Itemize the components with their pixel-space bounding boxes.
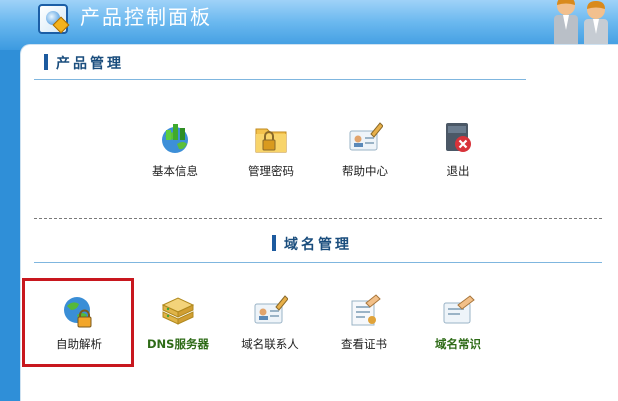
menu-item-domain-knowledge[interactable]: 域名常识 (413, 293, 503, 351)
header-banner: 产品控制面板 (0, 0, 618, 50)
knowledge-card-icon (443, 295, 475, 324)
menu-item-label: 帮助中心 (342, 164, 388, 178)
menu-item-domain-contact[interactable]: 域名联系人 (225, 293, 315, 351)
menu-item-label: 查看证书 (341, 337, 387, 351)
server-stack-icon (161, 297, 195, 325)
exit-icon (446, 123, 471, 152)
menu-item-label: 域名常识 (435, 337, 481, 351)
section-title-product: 产品管理 (44, 53, 124, 75)
folder-lock-icon (255, 128, 287, 153)
section-rule (34, 262, 602, 263)
page-title: 产品控制面板 (80, 5, 212, 29)
menu-item-label: 退出 (446, 164, 470, 178)
section-rule (34, 79, 526, 80)
menu-item-label: 基本信息 (152, 164, 198, 178)
menu-item-exit[interactable]: 退出 (413, 120, 503, 178)
section-bar-icon (272, 235, 276, 251)
section-bar-icon (44, 54, 48, 70)
contact-card-pen-icon (254, 295, 288, 324)
section-title-text: 域名管理 (284, 237, 352, 253)
menu-item-help-center[interactable]: 帮助中心 (320, 120, 410, 178)
menu-item-label: DNS服务器 (147, 337, 209, 351)
menu-item-view-certificate[interactable]: 查看证书 (319, 293, 409, 351)
menu-item-manage-password[interactable]: 管理密码 (226, 120, 316, 178)
menu-item-dns-server[interactable]: DNS服务器 (133, 293, 223, 351)
section-title-domain: 域名管理 (272, 234, 352, 256)
control-panel-logo-icon (38, 4, 68, 34)
section-divider (34, 218, 602, 219)
menu-item-label: 管理密码 (248, 164, 294, 178)
section-title-text: 产品管理 (56, 56, 124, 72)
menu-item-label: 域名联系人 (241, 337, 299, 351)
selection-highlight (22, 278, 134, 367)
certificate-icon (351, 294, 381, 326)
id-card-pen-icon (349, 122, 383, 151)
menu-item-basic-info[interactable]: 基本信息 (130, 120, 220, 178)
globe-chart-icon (162, 124, 188, 153)
